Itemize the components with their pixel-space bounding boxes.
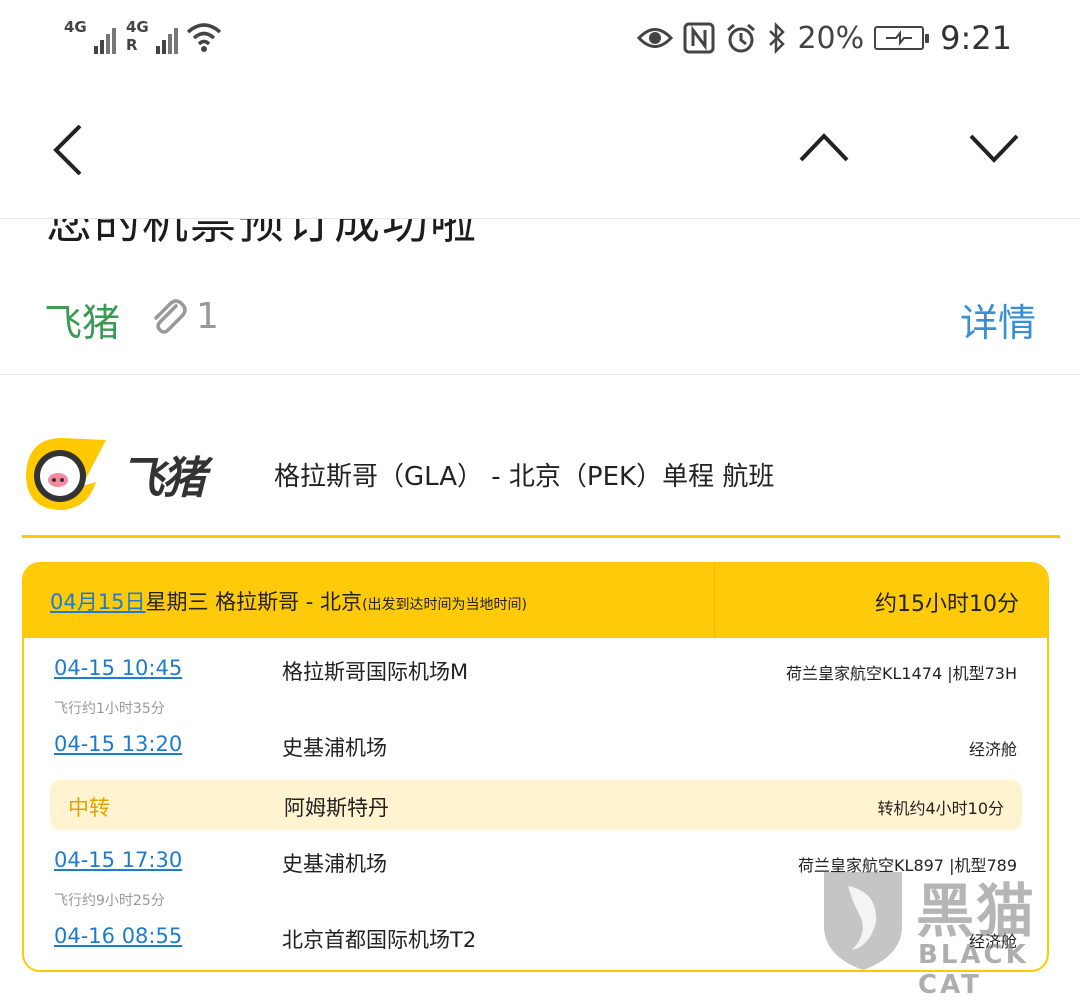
header-note: (出发到达时间为当地时间) bbox=[362, 597, 527, 613]
status-bar: 4G 4G R 20% 9:21 bbox=[0, 0, 1080, 80]
itinerary-header: 04月15日星期三 格拉斯哥 - 北京(出发到达时间为当地时间) 约15小时10… bbox=[24, 564, 1047, 638]
arrival-airport: 北京首都国际机场T2 bbox=[282, 928, 477, 952]
attachment-count: 1 bbox=[196, 295, 219, 337]
arrival-time-link[interactable]: 04-16 08:55 bbox=[54, 924, 182, 948]
bluetooth-icon bbox=[769, 22, 786, 54]
wifi-icon bbox=[186, 23, 222, 52]
arrival-airport: 史基浦机场 bbox=[282, 736, 387, 760]
brand-header: 飞猪 格拉斯哥（GLA） - 北京（PEK）单程 航班 bbox=[22, 430, 1060, 538]
transfer-city: 阿姆斯特丹 bbox=[284, 796, 389, 820]
flight-info: 荷兰皇家航空KL1474 |机型73H bbox=[786, 664, 1017, 683]
arrival-time-link[interactable]: 04-15 13:20 bbox=[54, 732, 182, 756]
transfer-banner: 中转 阿姆斯特丹 转机约4小时10分 bbox=[50, 780, 1022, 830]
cabin-class: 经济舱 bbox=[968, 932, 1017, 951]
chevron-down-icon[interactable] bbox=[968, 132, 1020, 164]
travel-date-link[interactable]: 04月15日 bbox=[50, 590, 145, 614]
flight-duration: 飞行约1小时35分 bbox=[54, 701, 165, 717]
header-route: 星期三 格拉斯哥 - 北京 bbox=[145, 590, 363, 614]
top-navbar bbox=[0, 80, 1080, 219]
battery-percent: 20% bbox=[797, 20, 865, 56]
departure-airport: 格拉斯哥国际机场M bbox=[282, 660, 469, 684]
transfer-wait: 转机约4小时10分 bbox=[877, 799, 1004, 818]
battery-charging-icon bbox=[874, 26, 930, 50]
paperclip-icon bbox=[154, 299, 187, 334]
flight-duration: 飞行约9小时25分 bbox=[54, 893, 165, 909]
flight-info: 荷兰皇家航空KL897 |机型789 bbox=[798, 856, 1017, 875]
segment-row: 04-15 13:20 史基浦机场 经济舱 bbox=[24, 732, 1047, 772]
itinerary-card: 04月15日星期三 格拉斯哥 - 北京(出发到达时间为当地时间) 约15小时10… bbox=[22, 562, 1049, 972]
status-right: 20% 9:21 bbox=[637, 18, 1012, 58]
header-divider bbox=[714, 564, 715, 638]
header-left: 04月15日星期三 格拉斯哥 - 北京(出发到达时间为当地时间) bbox=[50, 586, 527, 616]
transfer-label: 中转 bbox=[68, 796, 110, 820]
segment-row: 04-16 08:55 北京首都国际机场T2 经济舱 bbox=[24, 924, 1047, 964]
divider bbox=[0, 374, 1080, 375]
departure-time-link[interactable]: 04-15 17:30 bbox=[54, 848, 182, 872]
attachment-indicator[interactable]: 1 bbox=[146, 294, 219, 338]
cabin-class: 经济舱 bbox=[968, 740, 1017, 759]
departure-airport: 史基浦机场 bbox=[282, 852, 387, 876]
details-link[interactable]: 详情 bbox=[960, 292, 1036, 347]
fliggy-logo-icon bbox=[26, 438, 106, 510]
sender-name[interactable]: 飞猪 bbox=[44, 292, 120, 347]
signal-icon bbox=[94, 28, 116, 54]
segment-row: 04-15 17:30 史基浦机场 荷兰皇家航空KL897 |机型789 bbox=[24, 848, 1047, 888]
brand-name: 飞猪 bbox=[120, 453, 206, 504]
alarm-icon bbox=[727, 23, 756, 53]
nfc-icon bbox=[683, 22, 715, 54]
total-duration: 约15小时10分 bbox=[875, 592, 1019, 617]
clock: 9:21 bbox=[940, 19, 1012, 57]
chevron-left-icon[interactable] bbox=[50, 122, 86, 178]
eye-icon bbox=[637, 28, 674, 48]
route-title: 格拉斯哥（GLA） - 北京（PEK）单程 航班 bbox=[274, 462, 775, 492]
departure-time-link[interactable]: 04-15 10:45 bbox=[54, 656, 182, 680]
segment-row: 04-15 10:45 格拉斯哥国际机场M 荷兰皇家航空KL1474 |机型73… bbox=[24, 656, 1047, 696]
signal-icon bbox=[156, 28, 178, 54]
chevron-up-icon[interactable] bbox=[798, 132, 850, 164]
sender-row: 飞猪 1 详情 bbox=[0, 280, 1080, 360]
